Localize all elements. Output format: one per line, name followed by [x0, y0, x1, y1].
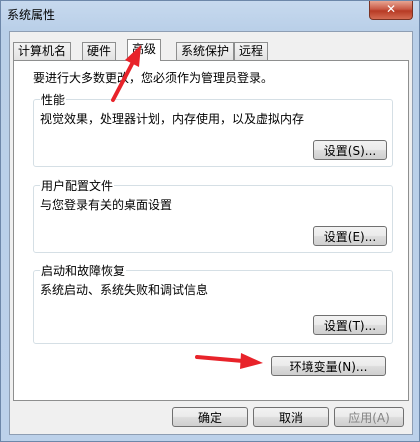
- performance-group-title: 性能: [40, 91, 67, 108]
- tab-system-protection[interactable]: 系统保护: [176, 42, 235, 60]
- tab-computer-name[interactable]: 计算机名: [13, 42, 72, 60]
- user-profiles-settings-button[interactable]: 设置(E)...: [313, 226, 387, 246]
- user-profiles-group-title: 用户配置文件: [40, 177, 115, 194]
- tab-remote[interactable]: 远程: [234, 42, 269, 60]
- close-button[interactable]: ✕: [369, 1, 413, 20]
- user-profiles-group: 用户配置文件 与您登录有关的桌面设置 设置(E)...: [33, 177, 393, 253]
- user-profiles-desc: 与您登录有关的桌面设置: [40, 198, 173, 212]
- tab-hardware[interactable]: 硬件: [82, 42, 117, 60]
- startup-recovery-group-title: 启动和故障恢复: [40, 262, 127, 279]
- apply-button[interactable]: 应用(A): [334, 407, 404, 427]
- window-title: 系统属性: [7, 8, 56, 22]
- admin-notice: 要进行大多数更改，您必须作为管理员登录。: [33, 71, 274, 85]
- performance-settings-button[interactable]: 设置(S)...: [313, 140, 387, 160]
- title-bar[interactable]: 系统属性 ✕: [1, 1, 419, 27]
- startup-recovery-desc: 系统启动、系统失败和调试信息: [40, 283, 209, 297]
- startup-recovery-settings-button[interactable]: 设置(T)...: [313, 315, 387, 335]
- dialog-client-area: 计算机名 硬件 高级 系统保护 远程 要进行大多数更改，您必须作为管理员登录。 …: [9, 31, 413, 435]
- advanced-tab-panel: 要进行大多数更改，您必须作为管理员登录。 性能 视觉效果，处理器计划，内存使用，…: [13, 60, 409, 401]
- close-icon: ✕: [385, 2, 397, 16]
- performance-desc: 视觉效果，处理器计划，内存使用，以及虚拟内存: [40, 112, 305, 126]
- startup-recovery-group: 启动和故障恢复 系统启动、系统失败和调试信息 设置(T)...: [33, 262, 393, 344]
- ok-button[interactable]: 确定: [172, 407, 248, 427]
- performance-group: 性能 视觉效果，处理器计划，内存使用，以及虚拟内存 设置(S)...: [33, 91, 393, 167]
- environment-variables-button[interactable]: 环境变量(N)...: [271, 356, 386, 376]
- tab-advanced[interactable]: 高级: [127, 39, 162, 61]
- system-properties-window: 系统属性 ✕ 计算机名 硬件 高级 系统保护 远程 要进行大多数更改，您必须作为…: [0, 0, 420, 442]
- cancel-button[interactable]: 取消: [253, 407, 329, 427]
